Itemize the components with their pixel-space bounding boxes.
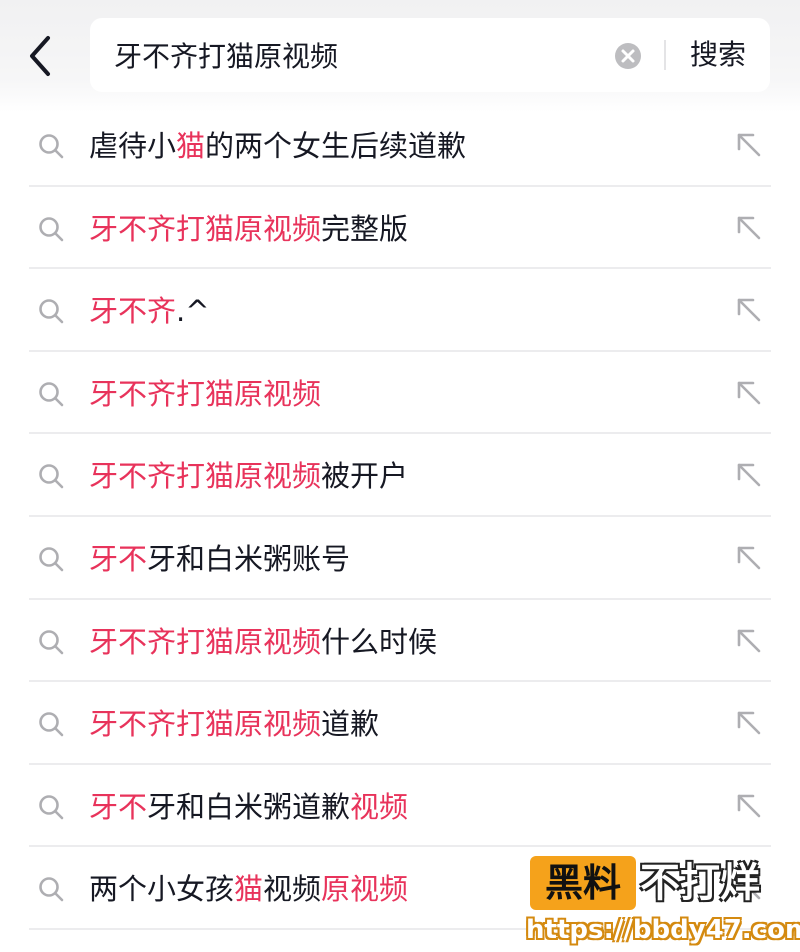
watermark: 黑料 不打烊 https://bbdy47.com — [522, 852, 800, 952]
fill-query-arrow-icon[interactable] — [734, 213, 764, 243]
suggestion-row[interactable]: 牙不牙和白米粥道歉视频 — [0, 765, 800, 848]
search-icon — [39, 299, 64, 324]
suggestion-row[interactable]: 牙不牙和白米粥账号 — [0, 517, 800, 600]
fill-query-arrow-icon[interactable] — [734, 626, 764, 656]
suggestion-text-part: .^ — [176, 294, 210, 329]
search-icon — [39, 794, 64, 820]
fill-query-arrow-icon[interactable] — [734, 295, 764, 325]
suggestion-text: 牙不牙和白米粥道歉视频 — [89, 787, 408, 827]
suggestion-text-part: 什么时候 — [321, 624, 438, 659]
suggestion-text: 两个小女孩猫视频原视频 — [89, 869, 408, 909]
chevron-left-icon — [30, 36, 50, 76]
suggestion-text-part: 牙和白米粥道歉 — [147, 789, 351, 824]
search-icon — [39, 134, 64, 159]
search-input[interactable] — [114, 34, 594, 76]
search-icon — [39, 877, 64, 902]
suggestion-row[interactable]: 牙不齐打猫原视频什么时候 — [0, 600, 800, 683]
suggestion-text: 牙不齐打猫原视频被开户 — [89, 456, 408, 496]
suggestion-text-highlight: 猫 — [234, 872, 264, 907]
suggestion-row[interactable]: 牙不齐打猫原视频被开户 — [0, 434, 800, 517]
watermark-url: https://bbdy47.com — [526, 915, 800, 945]
suggestion-text-highlight: 牙不齐打猫原视频 — [89, 211, 322, 246]
watermark-brand: 不打烊 — [640, 860, 760, 906]
fill-query-arrow-icon[interactable] — [734, 130, 764, 160]
search-box: 搜索 — [90, 18, 770, 92]
suggestion-text-part: 虐待小 — [89, 129, 177, 163]
suggestion-text-highlight: 牙不 — [89, 541, 148, 576]
suggestion-text: 牙不牙和白米粥账号 — [89, 539, 350, 579]
suggestion-text-highlight: 牙不齐打猫原视频 — [89, 459, 322, 494]
suggestion-text-highlight: 牙不齐 — [89, 294, 177, 329]
suggestion-text-part: 的两个女生后续道歉 — [205, 129, 467, 163]
fill-query-arrow-icon[interactable] — [734, 378, 764, 408]
suggestion-text-part: 完整版 — [321, 211, 409, 246]
clear-search-button[interactable] — [614, 42, 642, 70]
suggestion-row[interactable]: 虐待小猫的两个女生后续道歉 — [0, 104, 800, 187]
suggestion-row[interactable]: 牙不齐.^ — [0, 269, 800, 352]
search-icon — [39, 464, 64, 489]
suggestion-list: 虐待小猫的两个女生后续道歉 牙不齐打猫原视频完整版 牙不齐.^ 牙不齐打猫原视频 牙不齐… — [0, 104, 800, 930]
suggestion-text-part: 牙和白米粥账号 — [147, 541, 351, 576]
suggestion-row[interactable]: 牙不齐打猫原视频 — [0, 352, 800, 435]
suggestion-text-highlight: 猫 — [176, 129, 206, 163]
suggestion-text: 虐待小猫的两个女生后续道歉 — [89, 126, 466, 166]
suggestion-text-highlight: 牙不 — [89, 789, 148, 824]
search-divider — [664, 40, 666, 70]
search-icon — [39, 712, 64, 737]
suggestion-text-highlight: 牙不齐打猫原视频 — [89, 624, 322, 659]
search-icon — [39, 381, 64, 407]
suggestion-text: 牙不齐打猫原视频完整版 — [89, 209, 408, 249]
fill-query-arrow-icon[interactable] — [734, 543, 764, 573]
search-header: 搜索 — [0, 0, 800, 112]
watermark-badge: 黑料 — [530, 856, 636, 910]
suggestion-text: 牙不齐打猫原视频什么时候 — [89, 622, 437, 662]
suggestion-text-highlight: 牙不齐打猫原视频 — [89, 376, 322, 411]
suggestion-row[interactable]: 牙不齐打猫原视频完整版 — [0, 187, 800, 270]
suggestion-text-highlight: 原视频 — [321, 872, 409, 907]
fill-query-arrow-icon[interactable] — [734, 708, 764, 738]
clear-circle-icon — [615, 43, 641, 69]
suggestion-text: 牙不齐打猫原视频道歉 — [89, 704, 379, 744]
search-icon — [39, 629, 64, 654]
suggestion-text: 牙不齐打猫原视频 — [89, 374, 321, 414]
suggestion-text-highlight: 视频 — [350, 789, 409, 824]
suggestion-text-part: 两个小女孩 — [89, 872, 235, 907]
suggestion-text-part: 被开户 — [321, 459, 409, 494]
fill-query-arrow-icon[interactable] — [734, 460, 764, 490]
suggestion-row[interactable]: 牙不齐打猫原视频道歉 — [0, 682, 800, 765]
suggestion-text-part: 视频 — [263, 872, 322, 907]
suggestion-text-part: 道歉 — [321, 707, 380, 742]
search-button[interactable]: 搜索 — [676, 18, 760, 92]
search-icon — [39, 216, 64, 241]
back-button[interactable] — [22, 32, 62, 80]
suggestion-text-highlight: 牙不齐打猫原视频 — [89, 707, 322, 742]
suggestion-text: 牙不齐.^ — [89, 291, 210, 331]
search-icon — [39, 547, 64, 572]
fill-query-arrow-icon[interactable] — [734, 791, 764, 821]
